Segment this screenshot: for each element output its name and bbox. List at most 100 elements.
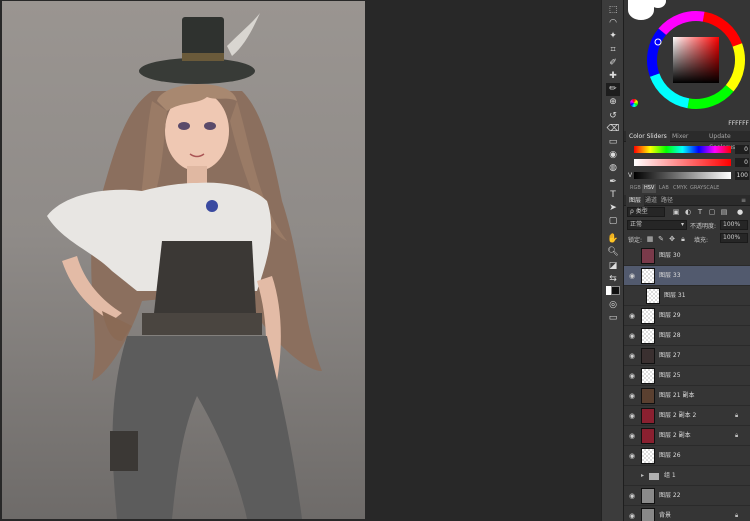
color-wheel-section: FFFFFF bbox=[624, 0, 750, 131]
magic-wand-tool-icon[interactable]: ✦ bbox=[606, 30, 620, 43]
layer-name: 图层 2 副本 bbox=[659, 432, 691, 439]
crop-tool-icon[interactable]: ⌗ bbox=[606, 44, 620, 57]
filter-adjust-icon[interactable]: ◐ bbox=[684, 208, 692, 216]
visibility-eye-icon[interactable]: ◉ bbox=[628, 312, 636, 320]
saturation-value[interactable]: 0 bbox=[735, 158, 749, 167]
saturation-slider[interactable] bbox=[634, 159, 731, 166]
fill-input[interactable]: 100% bbox=[720, 233, 748, 243]
visibility-eye-icon[interactable] bbox=[628, 292, 636, 300]
type-tool-icon[interactable]: T bbox=[606, 189, 620, 202]
visibility-eye-icon[interactable]: ◉ bbox=[628, 392, 636, 400]
background-color-icon[interactable] bbox=[611, 286, 620, 295]
layer-thumbnail bbox=[641, 368, 655, 384]
layer-name: 背景 bbox=[659, 512, 672, 519]
hue-value[interactable]: 0 bbox=[735, 145, 749, 154]
layer-row[interactable]: ◉ 图层 27 bbox=[624, 346, 750, 366]
layer-row[interactable]: ◉ 图层 2 副本 2 🔒︎ bbox=[624, 406, 750, 426]
layer-row[interactable]: ◉ 图层 26 bbox=[624, 446, 750, 466]
visibility-eye-icon[interactable] bbox=[628, 472, 636, 480]
hue-ring[interactable] bbox=[646, 10, 746, 110]
layer-row[interactable]: ◉ 背景 🔒︎ bbox=[624, 506, 750, 521]
visibility-eye-icon[interactable]: ◉ bbox=[628, 272, 636, 280]
lasso-tool-icon[interactable]: ◠ bbox=[606, 17, 620, 30]
layer-row[interactable]: ◉ 图层 29 bbox=[624, 306, 750, 326]
healing-tool-icon[interactable]: ✚ bbox=[606, 70, 620, 83]
brush-tool-icon[interactable]: ✏ bbox=[606, 83, 620, 97]
quick-mask-icon[interactable]: ◎ bbox=[606, 299, 620, 312]
value-slider[interactable] bbox=[634, 172, 731, 179]
visibility-eye-icon[interactable]: ◉ bbox=[628, 412, 636, 420]
shape-tool-icon[interactable]: ▢ bbox=[606, 215, 620, 228]
visibility-eye-icon[interactable]: ◉ bbox=[628, 512, 636, 520]
layer-row[interactable]: ◉ 图层 22 bbox=[624, 486, 750, 506]
filter-toggle-icon[interactable]: ● bbox=[736, 208, 744, 216]
layer-name: 图层 30 bbox=[659, 252, 681, 259]
lock-all-icon[interactable]: 🔒︎ bbox=[679, 235, 687, 243]
gradient-tool-icon[interactable]: ▭ bbox=[606, 136, 620, 149]
layer-thumbnail bbox=[641, 328, 655, 344]
pen-tool-icon[interactable]: ✒ bbox=[606, 176, 620, 189]
panel-menu-icon[interactable]: ≡ bbox=[738, 195, 749, 206]
path-select-tool-icon[interactable]: ➤ bbox=[606, 202, 620, 215]
eyedropper-tool-icon[interactable]: ✐ bbox=[606, 57, 620, 70]
lock-pixels-icon[interactable]: ✎ bbox=[657, 235, 665, 243]
color-mode-grayscale[interactable]: GRAYSCALE bbox=[688, 184, 721, 193]
layer-row[interactable]: ◉ 图层 25 bbox=[624, 366, 750, 386]
layer-row[interactable]: 图层 30 bbox=[624, 246, 750, 266]
eraser-tool-icon[interactable]: ⌫ bbox=[606, 123, 620, 136]
history-brush-tool-icon[interactable]: ↺ bbox=[606, 110, 620, 123]
zoom-tool-icon[interactable]: 🔍︎ bbox=[606, 246, 620, 259]
visibility-eye-icon[interactable]: ◉ bbox=[628, 432, 636, 440]
wheel-mode-icon[interactable] bbox=[630, 99, 638, 107]
value-slider-label: V bbox=[628, 172, 633, 179]
expand-arrow-icon[interactable]: ▸ bbox=[641, 466, 644, 486]
swap-colors-icon[interactable]: ⇆ bbox=[606, 273, 620, 286]
color-mode-rgb[interactable]: RGB bbox=[628, 184, 643, 193]
visibility-eye-icon[interactable]: ◉ bbox=[628, 452, 636, 460]
value-value[interactable]: 100 bbox=[735, 171, 749, 180]
layer-name: 图层 29 bbox=[659, 312, 681, 319]
layer-filter-select[interactable]: ρ 类型 bbox=[627, 207, 665, 217]
default-colors-icon[interactable]: ◪ bbox=[606, 260, 620, 273]
color-mode-hsv[interactable]: HSV bbox=[642, 184, 657, 193]
opacity-input[interactable]: 100% bbox=[720, 220, 748, 230]
color-mode-cmyk[interactable]: CMYK bbox=[671, 184, 689, 193]
layer-name: 组 1 bbox=[664, 472, 676, 479]
layers-tab-2[interactable]: 路径 bbox=[658, 195, 676, 206]
color-tab-0[interactable]: Color Sliders bbox=[626, 131, 670, 142]
blend-mode-select[interactable]: 正常 ▾ bbox=[627, 220, 687, 230]
blur-tool-icon[interactable]: ◉ bbox=[606, 149, 620, 162]
color-mode-lab[interactable]: LAB bbox=[657, 184, 671, 193]
filter-type-icon[interactable]: T bbox=[696, 208, 704, 216]
filter-pixel-icon[interactable]: ▣ bbox=[672, 208, 680, 216]
hand-tool-icon[interactable]: ✋ bbox=[606, 233, 620, 246]
document-canvas[interactable] bbox=[2, 1, 365, 519]
visibility-eye-icon[interactable]: ◉ bbox=[628, 332, 636, 340]
lock-transparency-icon[interactable]: ▦ bbox=[646, 235, 654, 243]
layer-row[interactable]: ▸ 组 1 bbox=[624, 466, 750, 486]
clone-stamp-tool-icon[interactable]: ⊕ bbox=[606, 96, 620, 109]
filter-shape-icon[interactable]: ▢ bbox=[708, 208, 716, 216]
marquee-tool-icon[interactable]: ⬚ bbox=[606, 4, 620, 17]
dodge-tool-icon[interactable]: ◍ bbox=[606, 162, 620, 175]
filter-smart-icon[interactable]: ▤ bbox=[720, 208, 728, 216]
layer-name: 图层 31 bbox=[664, 292, 686, 299]
color-tab-1[interactable]: Mixer bbox=[669, 131, 691, 142]
layer-row[interactable]: ◉ 图层 21 副本 bbox=[624, 386, 750, 406]
document-workspace bbox=[0, 0, 601, 521]
visibility-eye-icon[interactable]: ◉ bbox=[628, 352, 636, 360]
layer-name: 图层 28 bbox=[659, 332, 681, 339]
screen-mode-icon[interactable]: ▭ bbox=[606, 312, 620, 325]
layer-row[interactable]: ◉ 图层 33 bbox=[624, 266, 750, 286]
layer-row[interactable]: 图层 31 bbox=[624, 286, 750, 306]
layer-name: 图层 25 bbox=[659, 372, 681, 379]
lock-position-icon[interactable]: ✥ bbox=[668, 235, 676, 243]
visibility-eye-icon[interactable]: ◉ bbox=[628, 492, 636, 500]
visibility-eye-icon[interactable] bbox=[628, 252, 636, 260]
color-tab-2[interactable]: Update Coolorus bbox=[706, 131, 750, 151]
layer-row[interactable]: ◉ 图层 28 bbox=[624, 326, 750, 346]
hex-value[interactable]: FFFFFF bbox=[728, 120, 749, 127]
hue-slider[interactable] bbox=[634, 146, 731, 153]
visibility-eye-icon[interactable]: ◉ bbox=[628, 372, 636, 380]
layer-row[interactable]: ◉ 图层 2 副本 🔒︎ bbox=[624, 426, 750, 446]
